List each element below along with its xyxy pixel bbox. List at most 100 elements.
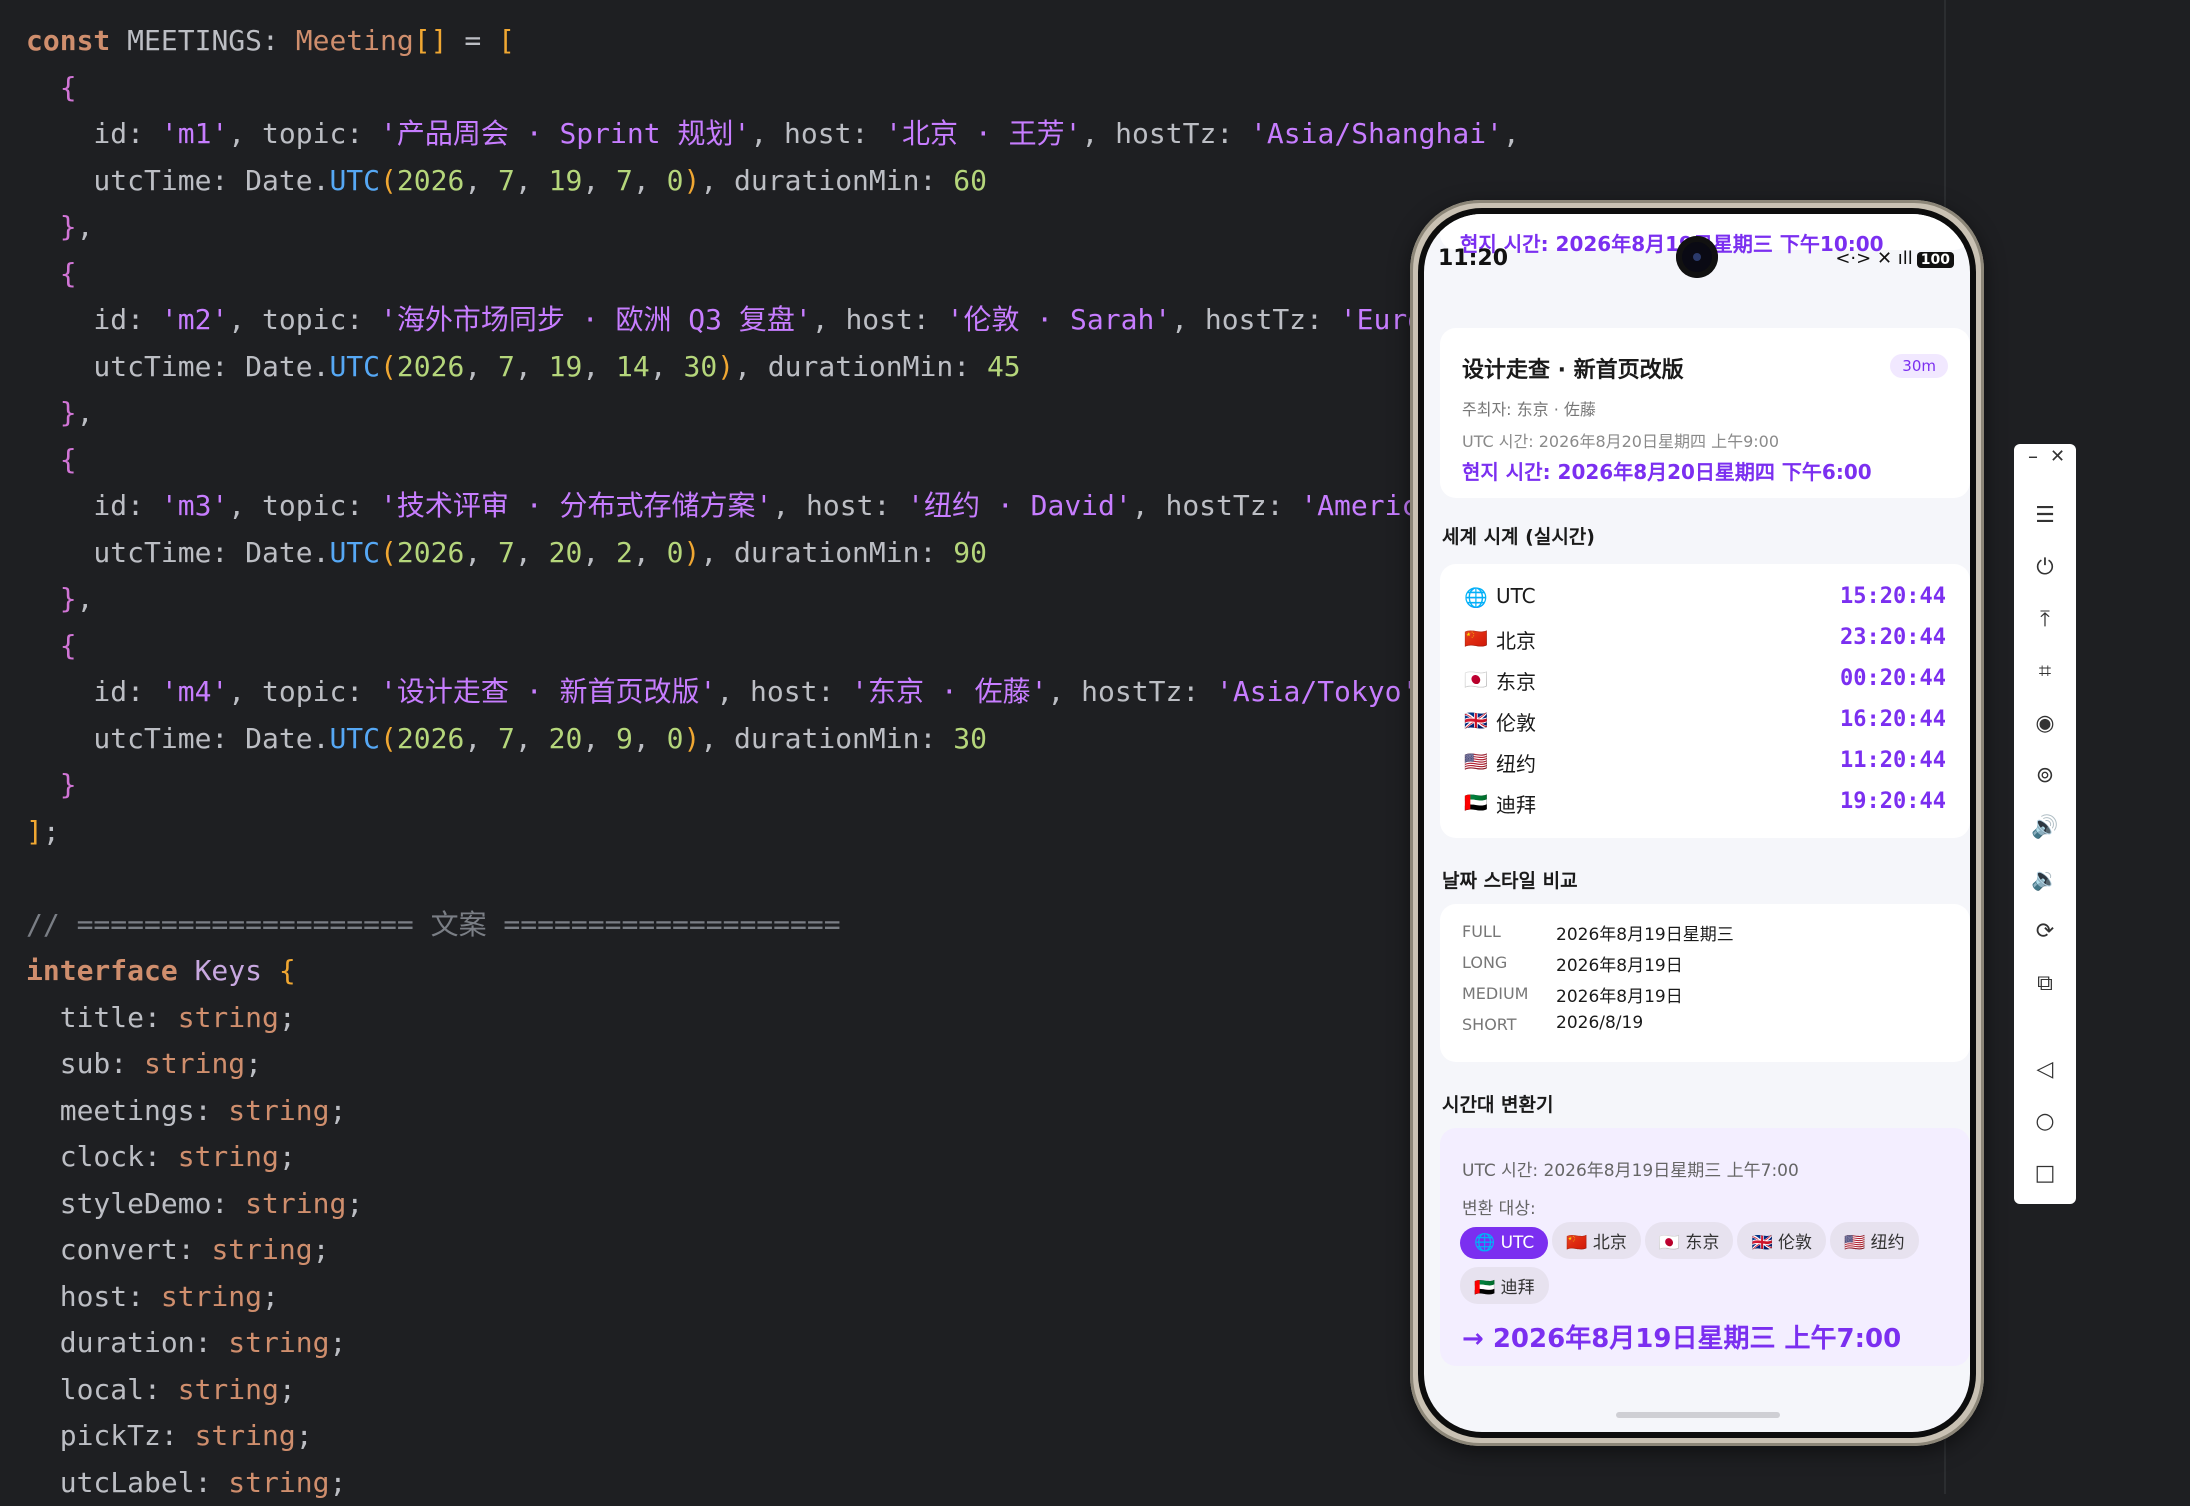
code-line[interactable]: host: string;: [26, 1274, 1520, 1321]
code-token: local:: [26, 1373, 178, 1406]
code-token: ;: [296, 1419, 313, 1452]
code-token: MEETINGS:: [127, 24, 296, 57]
record-icon[interactable]: ◉: [2014, 704, 2076, 744]
date-style-key: LONG: [1462, 953, 1552, 972]
code-content[interactable]: const MEETINGS: Meeting[] = [ { id: 'm1'…: [26, 18, 1520, 1506]
code-line[interactable]: const MEETINGS: Meeting[] = [: [26, 18, 1520, 65]
timezone-chips: 🌐 UTC🇨🇳 北京🇯🇵 东京🇬🇧 伦敦🇺🇸 纽约 🇦🇪 迪拜: [1460, 1222, 1940, 1312]
power-icon[interactable]: ⏻: [2014, 548, 2076, 588]
code-line[interactable]: duration: string;: [26, 1320, 1520, 1367]
code-token: [26, 582, 60, 615]
code-token: ;: [245, 1047, 262, 1080]
code-line[interactable]: meetings: string;: [26, 1088, 1520, 1135]
code-token: title:: [26, 1001, 178, 1034]
screenshot-icon[interactable]: ⧉: [2014, 964, 2076, 1004]
code-line[interactable]: {: [26, 251, 1520, 298]
code-line[interactable]: utcTime: Date.UTC(2026, 7, 19, 14, 30), …: [26, 344, 1520, 391]
clock-time: 00:20:44: [1840, 666, 1946, 691]
meeting-card[interactable]: 设计走查 · 新首页改版 30m 주최자: 东京 · 佐藤 UTC 시간: 20…: [1440, 328, 1970, 498]
code-line[interactable]: [26, 855, 1520, 902]
code-token: , topic:: [228, 675, 380, 708]
code-token: []: [414, 24, 448, 57]
volume-down-icon[interactable]: 🔉: [2014, 860, 2076, 900]
code-token: ,: [582, 536, 616, 569]
code-line[interactable]: pickTz: string;: [26, 1413, 1520, 1460]
close-icon[interactable]: ✕: [2050, 446, 2065, 467]
code-line[interactable]: utcTime: Date.UTC(2026, 7, 19, 7, 0), du…: [26, 158, 1520, 205]
flag-icon: 🇨🇳: [1464, 627, 1488, 650]
code-token: , topic:: [228, 303, 380, 336]
code-line[interactable]: }: [26, 762, 1520, 809]
code-token: id:: [26, 489, 161, 522]
timezone-chip[interactable]: 🇦🇪 迪拜: [1460, 1267, 1549, 1304]
code-line[interactable]: sub: string;: [26, 1041, 1520, 1088]
code-line[interactable]: styleDemo: string;: [26, 1181, 1520, 1228]
code-line[interactable]: id: 'm1', topic: '产品周会 · Sprint 规划', hos…: [26, 111, 1520, 158]
code-line[interactable]: utcLabel: string;: [26, 1460, 1520, 1506]
code-token: ): [717, 350, 734, 383]
code-token: (: [380, 350, 397, 383]
code-line[interactable]: {: [26, 623, 1520, 670]
code-line[interactable]: // ==================== 文案 =============…: [26, 902, 1520, 949]
timezone-chip[interactable]: 🌐 UTC: [1460, 1227, 1548, 1259]
status-bar: 11:20 <·> ✕ ıll100: [1424, 214, 1970, 264]
code-line[interactable]: convert: string;: [26, 1227, 1520, 1274]
code-token: , hostTz:: [1047, 675, 1216, 708]
code-token: 2026: [397, 536, 464, 569]
code-token: UTC: [329, 536, 380, 569]
location-icon[interactable]: ⊚: [2014, 756, 2076, 796]
timezone-chip[interactable]: 🇬🇧 伦敦: [1737, 1222, 1826, 1259]
menu-icon[interactable]: ☰: [2014, 496, 2076, 536]
code-line[interactable]: utcTime: Date.UTC(2026, 7, 20, 9, 0), du…: [26, 716, 1520, 763]
volume-up-icon[interactable]: 🔊: [2014, 808, 2076, 848]
clock-time: 16:20:44: [1840, 707, 1946, 732]
home-icon[interactable]: ○: [2014, 1102, 2076, 1142]
world-clock-title: 세계 시계 (실시간): [1442, 522, 1595, 549]
code-token: (: [380, 164, 397, 197]
code-line[interactable]: interface Keys {: [26, 948, 1520, 995]
code-token: utcTime: Date.: [26, 536, 329, 569]
status-icons: <·> ✕ ıll100: [1835, 248, 1954, 269]
code-line[interactable]: utcTime: Date.UTC(2026, 7, 20, 2, 0), du…: [26, 530, 1520, 577]
code-token: [26, 396, 60, 429]
code-token: ,: [515, 164, 549, 197]
code-token: }: [60, 582, 77, 615]
overview-icon[interactable]: □: [2014, 1154, 2076, 1194]
code-line[interactable]: title: string;: [26, 995, 1520, 1042]
rotate-top-icon[interactable]: ⤒: [2014, 600, 2076, 640]
home-indicator[interactable]: [1616, 1412, 1780, 1418]
code-line[interactable]: id: 'm2', topic: '海外市场同步 · 欧洲 Q3 复盘', ho…: [26, 297, 1520, 344]
rotate-icon[interactable]: ⟳: [2014, 912, 2076, 952]
code-token: 19: [549, 350, 583, 383]
status-time: 11:20: [1438, 246, 1508, 271]
timezone-chip[interactable]: 🇯🇵 东京: [1645, 1222, 1734, 1259]
code-line[interactable]: local: string;: [26, 1367, 1520, 1414]
code-line[interactable]: },: [26, 390, 1520, 437]
date-style-card: FULL2026年8月19日星期三LONG2026年8月19日MEDIUM202…: [1440, 904, 1970, 1062]
code-line[interactable]: },: [26, 576, 1520, 623]
code-line[interactable]: id: 'm3', topic: '技术评审 · 分布式存储方案', host:…: [26, 483, 1520, 530]
code-token: 19: [549, 164, 583, 197]
clock-city: UTC: [1496, 584, 1536, 608]
code-token: [26, 443, 60, 476]
timezone-chip[interactable]: 🇨🇳 北京: [1552, 1222, 1641, 1259]
flag-icon: 🇬🇧: [1464, 709, 1488, 732]
code-line[interactable]: clock: string;: [26, 1134, 1520, 1181]
code-line[interactable]: },: [26, 204, 1520, 251]
code-line[interactable]: {: [26, 65, 1520, 112]
code-token: [26, 629, 60, 662]
date-style-title: 날짜 스타일 비교: [1442, 866, 1578, 893]
code-token: 'm1': [161, 117, 228, 150]
code-token: ,: [464, 164, 498, 197]
phone-screen[interactable]: 현지 시간: 2026年8月19日星期三 下午10:00 11:20 <·> ✕…: [1424, 214, 1970, 1432]
code-line[interactable]: id: 'm4', topic: '设计走查 · 新首页改版', host: '…: [26, 669, 1520, 716]
back-icon[interactable]: ◁: [2014, 1050, 2076, 1090]
code-token: ]: [26, 815, 43, 848]
code-token: 9: [616, 722, 633, 755]
code-token: ): [683, 722, 700, 755]
minimize-icon[interactable]: –: [2028, 444, 2038, 468]
crop-icon[interactable]: ⌗: [2014, 652, 2076, 692]
code-line[interactable]: {: [26, 437, 1520, 484]
timezone-chip[interactable]: 🇺🇸 纽约: [1830, 1222, 1919, 1259]
code-line[interactable]: ];: [26, 809, 1520, 856]
